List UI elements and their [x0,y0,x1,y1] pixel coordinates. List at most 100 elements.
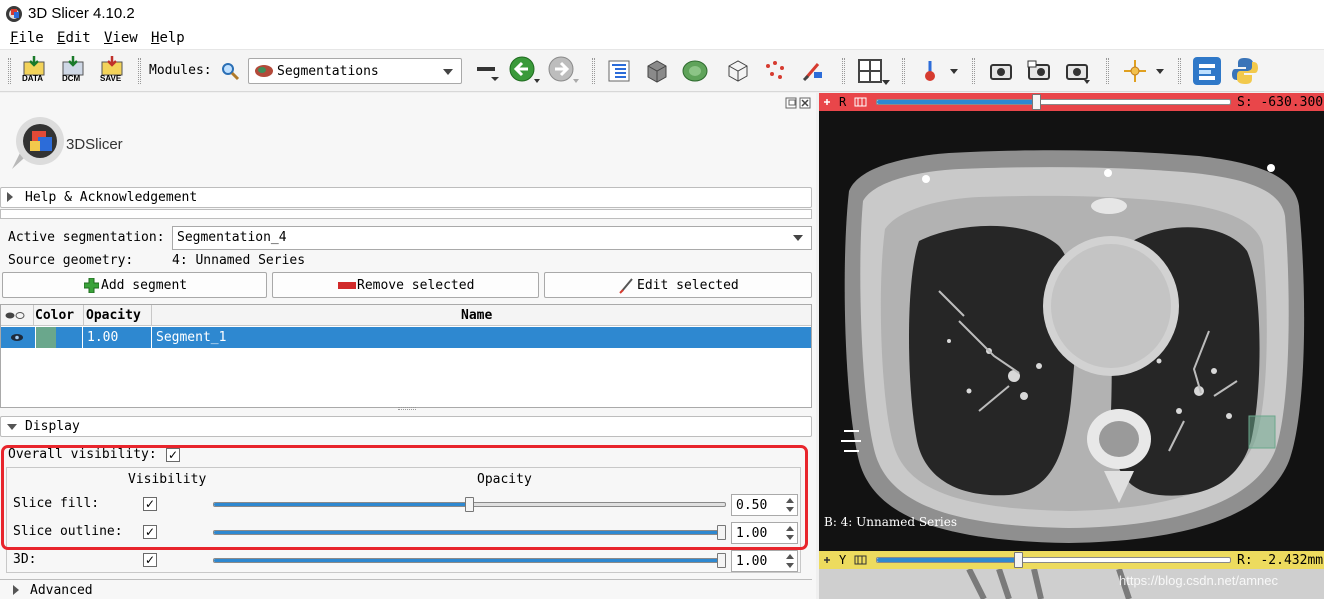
segment-overlay [1248,415,1276,449]
collapsed-arrow-icon [7,192,13,202]
window-title: 3D Slicer 4.10.2 [28,5,135,22]
menu-view[interactable]: View [104,30,138,46]
red-slice-readout: S: -630.300 [1237,95,1324,110]
menu-file[interactable]: File [10,30,44,46]
load-dicom-button[interactable]: DCM [59,56,87,86]
forward-arrow-icon[interactable] [547,56,579,86]
scene-restore-icon[interactable] [1064,58,1090,84]
opacity-column-header[interactable]: Opacity [86,308,141,323]
advanced-section-header[interactable]: Advanced [0,579,812,599]
toolbar-grip [842,58,845,84]
name-column-header[interactable]: Name [461,308,492,323]
watermark-text: https://blog.csdn.net/amnec [1119,573,1278,588]
yellow-slice-offset-slider[interactable] [876,557,1231,563]
table-header: Color Opacity Name [1,305,811,326]
yellow-slice-readout: R: -2.432mm [1237,553,1324,568]
red-slice-offset-slider[interactable] [876,99,1231,105]
menu-edit[interactable]: Edit [57,30,91,46]
slicer-app-icon [6,6,22,22]
crosshair-dropdown-icon[interactable] [950,69,958,74]
module-search-icon[interactable] [220,61,240,81]
menu-bar: File Edit View Help [0,28,1324,50]
mouse-mode-place-icon[interactable] [1122,58,1148,84]
edit-selected-button[interactable]: Edit selected [544,272,812,298]
toolbar-grip [8,58,11,84]
visibility-eye-icon[interactable] [4,311,26,320]
module-selector[interactable]: Segmentations [248,58,462,84]
transforms-icon[interactable] [724,58,750,84]
highlight-box [1,445,808,550]
title-bar: 3D Slicer 4.10.2 [0,0,1324,28]
segmentations-module-icon [255,65,273,77]
save-icon [101,56,123,76]
collapsed-arrow-icon [13,585,19,595]
modules-label: Modules: [149,63,212,78]
active-segmentation-selector[interactable]: Segmentation_4 [172,226,812,250]
plus-icon [84,278,99,293]
extension-manager-icon[interactable] [1192,56,1222,86]
volume-rendering-icon[interactable] [644,58,670,84]
splitter-handle[interactable] [398,407,416,410]
slice-link-icon[interactable] [854,96,867,108]
red-slice-letter: R [839,95,847,109]
color-column-header[interactable]: Color [35,308,74,323]
mouse-mode-dropdown-icon[interactable] [1156,69,1164,74]
red-slice-slider-handle[interactable] [1031,94,1041,110]
remove-selected-button[interactable]: Remove selected [272,272,539,298]
slicer-logo-icon [12,117,64,169]
crosshair-toggle-icon[interactable] [917,58,943,84]
spin-arrows-icon[interactable] [785,553,795,569]
screenshot-icon[interactable] [988,58,1014,84]
3d-opacity-slider[interactable] [213,558,726,563]
save-button[interactable]: SAVE [98,56,126,86]
expanded-arrow-icon [7,424,17,430]
source-geometry-label: Source geometry: [8,253,134,268]
slice-link-icon[interactable] [854,554,867,566]
scene-view-icon[interactable] [1026,58,1052,84]
module-panel: 3DSlicer Help & Acknowledgement Active s… [0,93,816,599]
load-data-icon [23,56,45,76]
panel-close-icon[interactable] [799,97,811,109]
slice-view-corner-text: B: 4: Unnamed Series [824,515,958,529]
data-module-icon[interactable] [606,58,632,84]
module-selected-value: Segmentations [277,64,379,79]
layout-dropdown-icon[interactable] [882,80,890,85]
menu-help[interactable]: Help [151,30,185,46]
add-segment-button[interactable]: Add segment [2,272,267,298]
yellow-slice-controller: Y R: -2.432mm [819,551,1324,569]
help-section-header[interactable]: Help & Acknowledgement [0,187,812,208]
visibility-eye-icon[interactable] [10,333,24,342]
markups-icon[interactable] [762,58,788,84]
editor-icon[interactable] [800,58,826,84]
toolbar-grip [902,58,905,84]
ct-axial-image[interactable] [819,111,1324,551]
3d-slider-handle[interactable] [717,553,726,568]
3d-visibility-checkbox[interactable]: ✓ [143,553,157,567]
minus-icon [338,282,356,289]
segment-color-swatch[interactable] [35,327,83,348]
pin-icon[interactable] [822,555,832,565]
back-arrow-icon[interactable] [508,56,540,86]
yellow-slice-slider-handle[interactable] [1014,552,1024,568]
chevron-down-icon [793,235,803,241]
toolbar: DATA DCM SAVE Modules: Segmentations [0,50,1324,92]
load-data-button[interactable]: DATA [20,56,48,86]
table-row[interactable]: 1.00 Segment_1 [1,327,811,348]
source-geometry-value: 4: Unnamed Series [172,253,306,268]
toolbar-grip [1178,58,1181,84]
module-history-icon[interactable] [475,60,501,82]
models-icon[interactable] [682,58,708,84]
panel-float-icon[interactable] [785,97,797,109]
segment-opacity[interactable]: 1.00 [87,330,118,345]
red-slice-view[interactable]: R S: -630.300 B: 4: Unnamed Series Y R: … [819,93,1324,599]
3d-opacity-spinbox[interactable]: 1.00 [731,550,798,572]
toolbar-grip [1106,58,1109,84]
pin-icon[interactable] [822,97,832,107]
chevron-down-icon [443,69,453,75]
yellow-slice-view[interactable]: https://blog.csdn.net/amnec [819,567,1324,599]
display-section-header[interactable]: Display [0,416,812,437]
python-console-icon[interactable] [1230,56,1260,86]
layout-icon[interactable] [857,58,883,84]
edit-pencil-icon [619,278,633,294]
segment-name[interactable]: Segment_1 [156,330,226,345]
